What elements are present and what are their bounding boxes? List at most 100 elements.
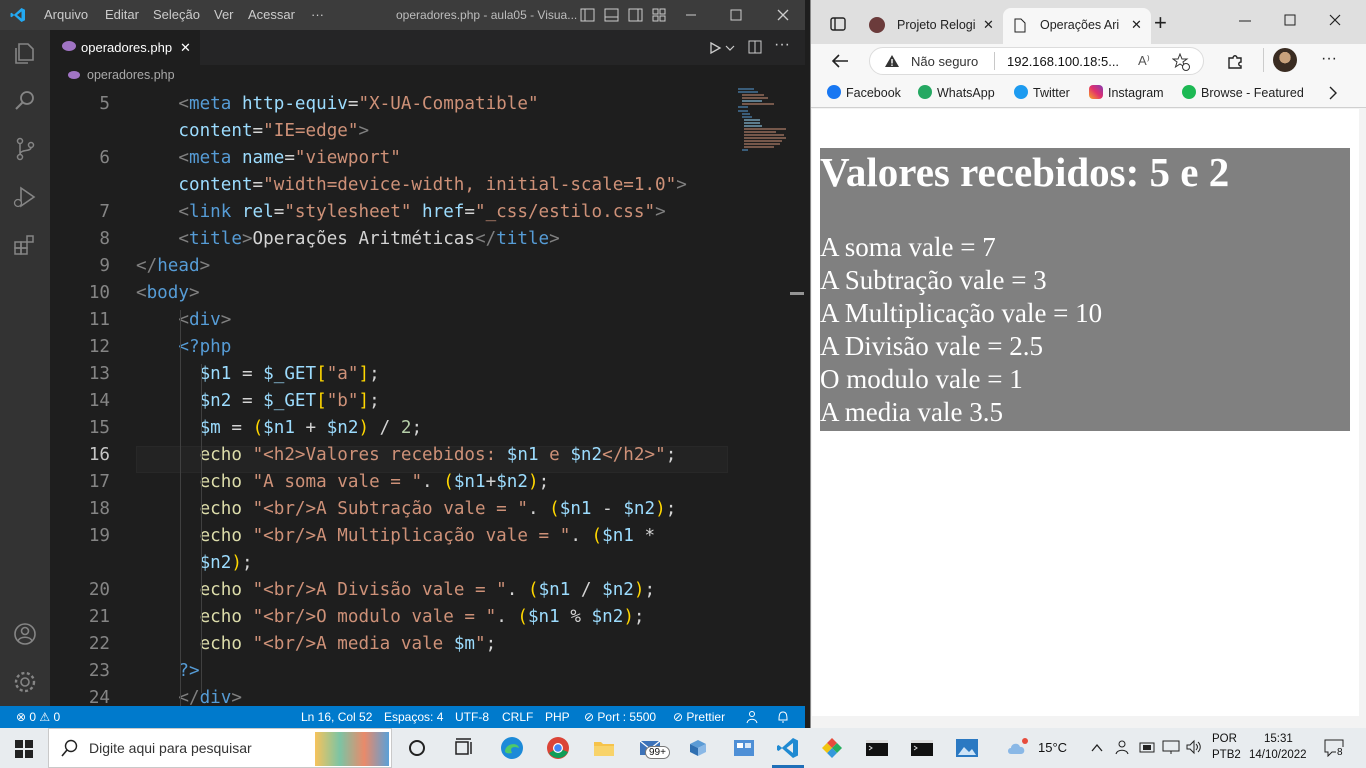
fav-whatsapp[interactable]: WhatsApp — [918, 85, 995, 100]
chrome-icon[interactable] — [546, 736, 570, 760]
extensions-icon[interactable] — [12, 232, 38, 258]
people-icon[interactable] — [1115, 739, 1129, 755]
more-actions-icon[interactable]: ··· — [774, 36, 790, 54]
settings-more-icon[interactable]: ··· — [1321, 50, 1337, 68]
browser-tab-projeto-relogio[interactable]: Projeto Relogi ✕ — [861, 8, 1001, 44]
breadcrumb[interactable]: operadores.php — [50, 65, 805, 87]
layout-toggle-icons[interactable] — [580, 8, 670, 22]
search-icon[interactable] — [12, 88, 38, 114]
encoding[interactable]: UTF-8 — [455, 710, 489, 724]
account-icon[interactable] — [12, 621, 38, 647]
indentation[interactable]: Espaços: 4 — [384, 710, 443, 724]
control-panel-icon[interactable] — [732, 736, 756, 760]
line-number: 17 — [88, 472, 110, 492]
menu-acessar[interactable]: Acessar — [248, 7, 295, 22]
menu-ver[interactable]: Ver — [214, 7, 234, 22]
fav-instagram[interactable]: Instagram — [1089, 85, 1164, 100]
weather-cloud-icon[interactable] — [1005, 736, 1029, 760]
tab-actions-icon[interactable] — [830, 17, 846, 31]
task-view-icon[interactable] — [452, 736, 476, 760]
network-icon[interactable] — [1162, 740, 1180, 754]
explorer-icon[interactable] — [12, 40, 38, 66]
line-number: 20 — [88, 580, 110, 600]
minimize-icon[interactable] — [1239, 20, 1251, 22]
tab-close-icon[interactable]: ✕ — [983, 17, 994, 33]
scrollbar-marker[interactable] — [790, 292, 804, 295]
line-number: 14 — [88, 391, 110, 411]
code-line: <link rel="stylesheet" href="_css/estilo… — [178, 202, 666, 222]
maximize-icon[interactable] — [730, 9, 742, 21]
cortana-circle-icon[interactable] — [405, 736, 429, 760]
favorite-star-icon[interactable] — [1172, 53, 1190, 71]
taskbar-search[interactable]: Digite aqui para pesquisar — [48, 728, 392, 768]
prettier-status[interactable]: ⊘ Prettier — [673, 710, 725, 724]
colorful-app-icon[interactable] — [820, 736, 844, 760]
status-bar: ⊗ 0 ⚠ 0 Ln 16, Col 52 Espaços: 4 UTF-8 C… — [0, 706, 805, 728]
address-bar[interactable]: Não seguro 192.168.100.18:5... A⁾ — [869, 47, 1204, 75]
fav-twitter[interactable]: Twitter — [1014, 85, 1070, 100]
settings-gear-icon[interactable] — [12, 669, 38, 695]
warning-triangle-icon[interactable] — [884, 54, 900, 68]
line-number: 10 — [88, 283, 110, 303]
tab-operadores-php[interactable]: operadores.php ✕ — [50, 30, 200, 65]
vscode-taskbar-icon[interactable] — [776, 736, 800, 760]
chevron-up-icon[interactable] — [1091, 743, 1103, 753]
file-explorer-icon[interactable] — [592, 736, 616, 760]
maximize-icon[interactable] — [1284, 14, 1296, 26]
tab-close-icon[interactable]: ✕ — [1131, 17, 1142, 33]
terminal-icon[interactable] — [865, 736, 889, 760]
weather-temp[interactable]: 15°C — [1038, 740, 1067, 755]
end-of-line[interactable]: CRLF — [502, 710, 533, 724]
fav-spotify[interactable]: Browse - Featured — [1182, 85, 1304, 100]
chevron-down-icon[interactable] — [725, 43, 735, 53]
menu-selecao[interactable]: Seleção — [153, 7, 200, 22]
url-text[interactable]: 192.168.100.18:5... — [1007, 54, 1119, 69]
device-icon[interactable] — [1139, 740, 1155, 754]
run-file-icon[interactable] — [708, 41, 722, 55]
menu-arquivo[interactable]: Arquivo — [44, 7, 88, 22]
back-arrow-icon[interactable] — [831, 53, 849, 69]
keyboard-layout[interactable]: PTB2 — [1212, 749, 1241, 761]
split-editor-icon[interactable] — [748, 40, 762, 54]
browser-tab-operacoes[interactable]: Operações Ari ✕ — [1003, 8, 1151, 44]
tab-close-icon[interactable]: ✕ — [180, 40, 191, 56]
app-icon[interactable] — [686, 736, 710, 760]
extensions-puzzle-icon[interactable] — [1226, 52, 1244, 70]
language-mode[interactable]: PHP — [545, 710, 570, 724]
code-line: echo "<br/>A Divisão vale = ". ($n1 / $n… — [199, 580, 656, 600]
cursor-position[interactable]: Ln 16, Col 52 — [301, 710, 372, 724]
close-icon[interactable] — [1329, 14, 1341, 26]
windows-start-icon[interactable] — [15, 740, 33, 758]
edge-browser-icon[interactable] — [500, 736, 524, 760]
feedback-person-icon[interactable] — [746, 710, 760, 724]
breadcrumb-file[interactable]: operadores.php — [87, 68, 175, 82]
menu-more[interactable]: ··· — [311, 7, 324, 22]
terminal-2-icon[interactable] — [910, 736, 934, 760]
fav-facebook[interactable]: Facebook — [827, 85, 901, 100]
code-editor[interactable]: <meta charset="UTF-8"> <meta http-equiv=… — [50, 87, 805, 706]
clock-time[interactable]: 15:31 — [1264, 733, 1293, 745]
source-control-icon[interactable] — [12, 136, 38, 162]
chevron-right-icon[interactable] — [1328, 86, 1338, 100]
minimize-icon[interactable] — [685, 9, 697, 21]
read-aloud-icon[interactable]: A⁾ — [1138, 53, 1150, 69]
clock-date[interactable]: 14/10/2022 — [1249, 749, 1307, 761]
php-elephant-icon — [68, 71, 80, 79]
new-tab-icon[interactable]: + — [1154, 10, 1167, 36]
menu-editar[interactable]: Editar — [105, 7, 139, 22]
not-secure-label[interactable]: Não seguro — [911, 54, 978, 69]
speaker-icon[interactable] — [1186, 739, 1202, 755]
line-number: 23 — [88, 661, 110, 681]
photos-icon[interactable] — [955, 736, 979, 760]
code-line: <?php — [178, 337, 232, 357]
run-debug-icon[interactable] — [12, 184, 38, 210]
problems-status[interactable]: ⊗ 0 ⚠ 0 — [16, 710, 60, 724]
vscode-logo-icon — [10, 8, 25, 22]
profile-avatar[interactable] — [1273, 48, 1297, 72]
notifications-bell-icon[interactable] — [776, 710, 790, 724]
minimap[interactable] — [734, 87, 794, 157]
close-icon[interactable] — [777, 9, 789, 21]
live-server-port[interactable]: ⊘ Port : 5500 — [584, 710, 656, 724]
activity-bar — [0, 30, 50, 706]
language-indicator[interactable]: POR — [1212, 733, 1237, 745]
